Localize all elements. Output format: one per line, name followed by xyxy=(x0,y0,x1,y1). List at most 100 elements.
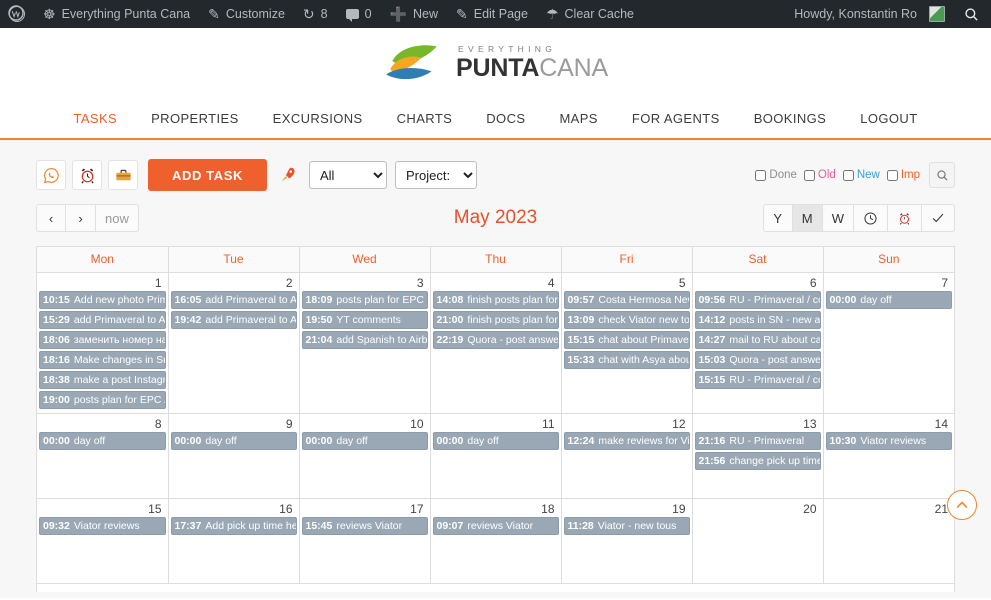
view-clock-button[interactable] xyxy=(854,204,888,232)
nav-item-docs[interactable]: DOCS xyxy=(469,111,542,126)
calendar-event[interactable]: 14:27mail to RU about calenda xyxy=(694,331,821,349)
calendar-day-cell[interactable]: 318:09posts plan for EPC / CHM19:50YT co… xyxy=(299,272,431,414)
calendar-day-cell[interactable]: 110:15Add new photo Primaveral15:29add P… xyxy=(37,272,169,414)
comments-link[interactable]: 0 xyxy=(337,0,381,28)
site-name-menu[interactable]: ☸ Everything Punta Cana xyxy=(34,0,199,28)
view-month-button[interactable]: M xyxy=(792,204,823,232)
calendar-event[interactable]: 21:04add Spanish to Airbnb Pr xyxy=(301,331,428,349)
view-year-button[interactable]: Y xyxy=(762,204,793,232)
filter-checkbox-new[interactable]: New xyxy=(842,169,880,181)
view-alarm-button[interactable] xyxy=(888,204,922,232)
updates-link[interactable]: ↻ 8 xyxy=(294,0,337,28)
calendar-event[interactable]: 00:00 day off xyxy=(39,432,166,450)
rocket-button[interactable] xyxy=(275,160,301,190)
nav-item-maps[interactable]: MAPS xyxy=(542,111,614,126)
calendar-event[interactable]: 10:15Add new photo Primaveral xyxy=(39,291,166,309)
whatsapp-button[interactable] xyxy=(36,160,66,190)
site-logo[interactable]: EVERYTHING PUNTACANA xyxy=(383,41,608,85)
calendar-event[interactable]: 11:28 Viator - new tous xyxy=(563,517,690,535)
calendar-event[interactable]: 00:00 day off xyxy=(301,432,428,450)
calendar-event[interactable]: 15:15RU - Primaveral / connec xyxy=(694,371,821,389)
nav-item-for-agents[interactable]: FOR AGENTS xyxy=(615,111,737,126)
calendar-event[interactable]: 18:09posts plan for EPC / CHM xyxy=(301,291,428,309)
calendar-day-cell[interactable]: 11 00:00 day off xyxy=(430,413,562,499)
calendar-day-cell[interactable]: 1212:24make reviews for Viator A xyxy=(561,413,693,499)
calendar-event[interactable]: 09:56RU - Primaveral / connec xyxy=(694,291,821,309)
calendar-day-cell[interactable]: 10 00:00 day off xyxy=(299,413,431,499)
nav-item-bookings[interactable]: BOOKINGS xyxy=(737,111,844,126)
nav-item-tasks[interactable]: TASKS xyxy=(56,111,134,126)
alarm-button[interactable] xyxy=(72,160,102,190)
calendar-event[interactable]: 16:05add Primaveral to Airbnb xyxy=(170,291,297,309)
calendar-day-cell[interactable]: 216:05add Primaveral to Airbnb19:42add P… xyxy=(168,272,300,414)
nav-item-charts[interactable]: CHARTS xyxy=(380,111,470,126)
calendar-day-cell[interactable]: 1617:37Add pick up time helicop xyxy=(168,498,300,584)
calendar-day-cell[interactable]: 9 00:00 day off xyxy=(168,413,300,499)
calendar-day-cell[interactable]: 414:08finish posts plan for EPC21:00fini… xyxy=(430,272,562,414)
calendar-day-cell[interactable]: 17 15:45 reviews Viator xyxy=(299,498,431,584)
new-content-menu[interactable]: ➕ New xyxy=(381,0,447,28)
calendar-event[interactable]: 21:56change pick up time for h xyxy=(694,452,821,470)
customize-link[interactable]: ✎ Customize xyxy=(199,0,294,28)
add-task-button[interactable]: ADD TASK xyxy=(148,159,267,191)
calendar-day-cell[interactable]: 8 00:00 day off xyxy=(37,413,169,499)
calendar-event[interactable]: 15:03 Quora - post answers xyxy=(694,351,821,369)
calendar-day-cell[interactable]: 609:56RU - Primaveral / connec14:12posts… xyxy=(692,272,824,414)
nav-item-excursions[interactable]: EXCURSIONS xyxy=(256,111,380,126)
calendar-day-cell[interactable]: 15 09:32 Viator reviews xyxy=(37,498,169,584)
calendar-event[interactable]: 15:15chat about Primaveral Vi xyxy=(563,331,690,349)
calendar-event[interactable]: 10:30 Viator reviews xyxy=(825,432,952,450)
calendar-event[interactable]: 09:07 reviews Viator xyxy=(432,517,559,535)
admin-bar-search-button[interactable] xyxy=(954,0,991,28)
calendar-day-cell[interactable]: 14 10:30 Viator reviews xyxy=(823,413,954,499)
calendar-event[interactable]: 19:50 YT comments xyxy=(301,311,428,329)
briefcase-button[interactable] xyxy=(108,160,138,190)
calendar-day-cell[interactable]: 7 00:00 day off xyxy=(823,272,954,414)
calendar-event[interactable]: 18:06заменить номер на Viator xyxy=(39,331,166,349)
view-check-button[interactable] xyxy=(922,204,955,232)
calendar-day-cell[interactable]: 20 xyxy=(692,498,824,584)
calendar-event[interactable]: 21:00finish posts plan for EPC xyxy=(432,311,559,329)
nav-item-properties[interactable]: PROPERTIES xyxy=(134,111,256,126)
wp-logo-menu[interactable] xyxy=(0,0,34,28)
my-account-menu[interactable]: Howdy, Konstantin Ro xyxy=(785,0,954,28)
calendar-day-cell[interactable]: 509:57Costa Hermosa New pho13:09check Vi… xyxy=(561,272,693,414)
calendar-event[interactable]: 00:00 day off xyxy=(432,432,559,450)
nav-item-logout[interactable]: LOGOUT xyxy=(843,111,934,126)
checkbox-old-input[interactable] xyxy=(803,169,815,181)
calendar-event[interactable]: 14:08finish posts plan for EPC xyxy=(432,291,559,309)
checkbox-new-input[interactable] xyxy=(842,169,854,181)
calendar-event[interactable]: 14:12posts in SN - new articles xyxy=(694,311,821,329)
calendar-day-cell[interactable]: 21 xyxy=(823,498,954,584)
calendar-event[interactable]: 17:37Add pick up time helicop xyxy=(170,517,297,535)
calendar-event[interactable]: 12:24make reviews for Viator A xyxy=(563,432,690,450)
calendar-event[interactable]: 21:16 RU - Primaveral xyxy=(694,432,821,450)
clear-cache-link[interactable]: ☂ Clear Cache xyxy=(537,0,643,28)
calendar-event[interactable]: 19:00posts plan for EPC / CHM xyxy=(39,391,166,409)
calendar-next-button[interactable]: › xyxy=(66,204,96,232)
calendar-day-cell[interactable]: 18 09:07 reviews Viator xyxy=(430,498,562,584)
calendar-event[interactable]: 09:57Costa Hermosa New pho xyxy=(563,291,690,309)
calendar-event[interactable]: 09:32 Viator reviews xyxy=(39,517,166,535)
filter-project-select[interactable]: Project: xyxy=(395,161,477,189)
filter-checkbox-imp[interactable]: Imp xyxy=(886,169,920,181)
checkbox-done-input[interactable] xyxy=(755,169,767,181)
edit-page-link[interactable]: ✎ Edit Page xyxy=(447,0,537,28)
scroll-to-top-button[interactable] xyxy=(947,490,977,520)
calendar-prev-button[interactable]: ‹ xyxy=(36,204,66,232)
filter-checkbox-done[interactable]: Done xyxy=(755,169,797,181)
calendar-event[interactable]: 15:29add Primaveral to Airbnb xyxy=(39,311,166,329)
view-week-button[interactable]: W xyxy=(822,204,854,232)
calendar-day-cell[interactable]: 19 11:28 Viator - new tous xyxy=(561,498,693,584)
calendar-event[interactable]: 00:00 day off xyxy=(825,291,952,309)
calendar-event[interactable]: 18:38make a post Instagram EPC xyxy=(39,371,166,389)
search-button[interactable] xyxy=(929,162,955,188)
calendar-event[interactable]: 15:45 reviews Viator xyxy=(301,517,428,535)
calendar-event[interactable]: 19:42add Primaveral to Airbnb xyxy=(170,311,297,329)
calendar-event[interactable]: 18:16Make changes in Surfing xyxy=(39,351,166,369)
checkbox-imp-input[interactable] xyxy=(886,169,898,181)
filter-all-select[interactable]: All xyxy=(309,161,387,189)
calendar-day-cell[interactable]: 13 21:16 RU - Primaveral 21:56 change pick u… xyxy=(692,413,824,499)
calendar-event[interactable]: 22:19 Quora - post answers xyxy=(432,331,559,349)
calendar-event[interactable]: 13:09check Viator new tours xyxy=(563,311,690,329)
